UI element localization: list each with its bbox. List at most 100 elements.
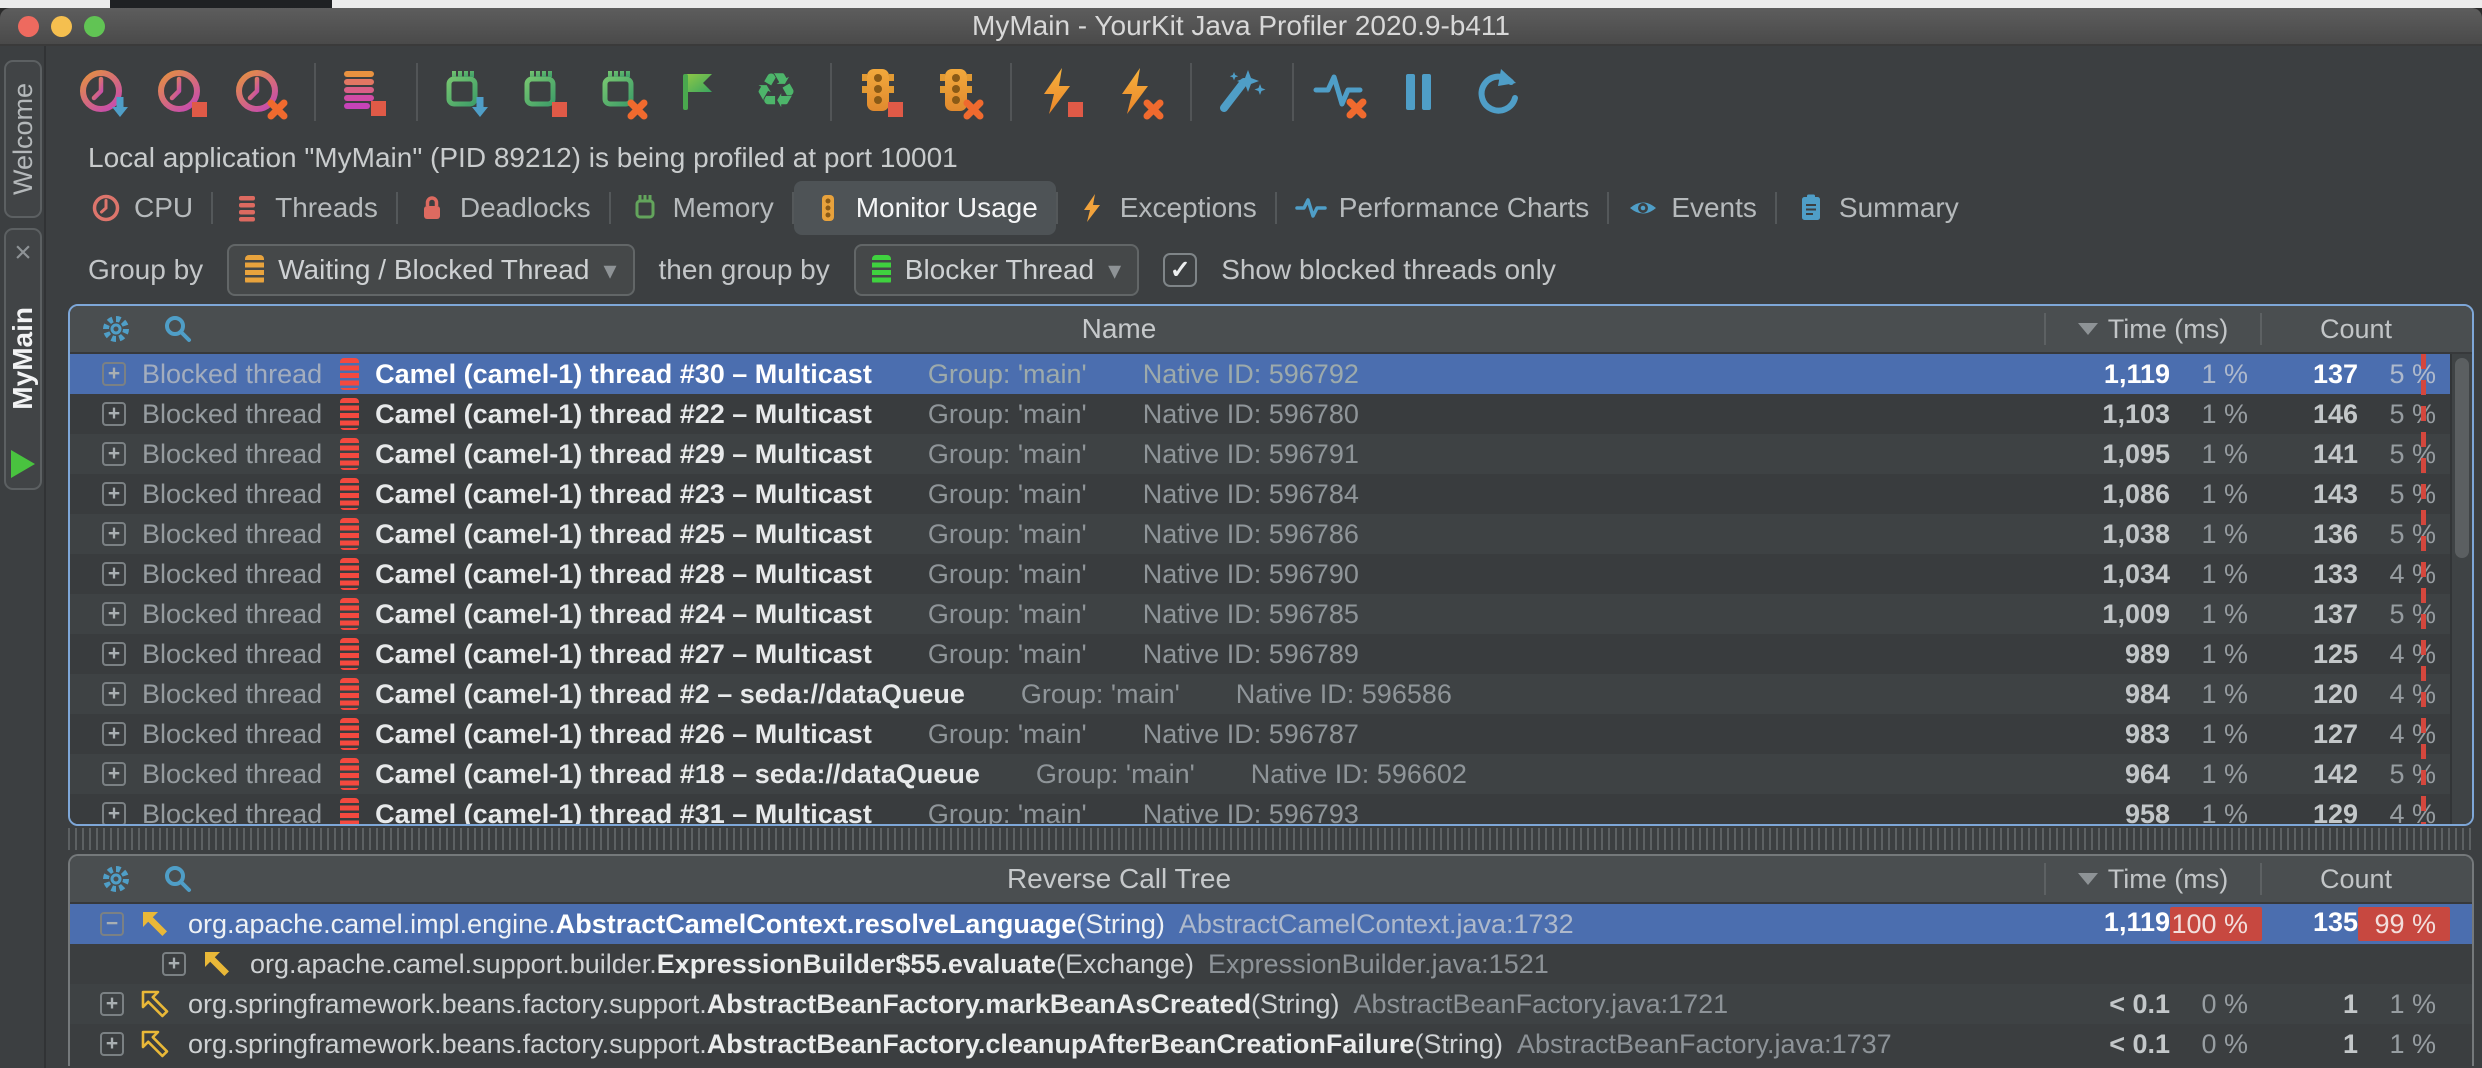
close-session-icon[interactable]: × (14, 240, 32, 266)
expand-icon[interactable]: + (100, 992, 124, 1016)
close-window-button[interactable] (18, 16, 39, 37)
expand-icon[interactable]: + (102, 362, 126, 386)
lock-icon (416, 192, 448, 224)
table-row[interactable]: + Blocked thread Camel (camel-1) thread … (70, 554, 2472, 594)
blocker-thread-icon (872, 255, 891, 285)
cpu-start-button[interactable] (74, 62, 134, 122)
exceptions-clear-button[interactable] (1106, 62, 1166, 122)
blocked-thread-label: Blocked thread (142, 479, 322, 510)
exceptions-stop-button[interactable] (1028, 62, 1088, 122)
table-row[interactable]: + Blocked thread Camel (camel-1) thread … (70, 794, 2472, 824)
call-tree-row[interactable]: + org.springframework.beans.factory.supp… (70, 984, 2472, 1024)
tab-events[interactable]: Events (1609, 181, 1775, 235)
expand-icon[interactable]: + (102, 482, 126, 506)
table-row[interactable]: + Blocked thread Camel (camel-1) thread … (70, 714, 2472, 754)
refresh-button[interactable] (1466, 62, 1526, 122)
show-blocked-checkbox[interactable]: ✓ (1163, 253, 1197, 287)
pause-button[interactable] (1388, 62, 1448, 122)
table-row[interactable]: + Blocked thread Camel (camel-1) thread … (70, 434, 2472, 474)
expand-icon[interactable]: + (102, 402, 126, 426)
horizontal-scrollbar-splitter[interactable] (68, 828, 2474, 850)
search-button[interactable] (162, 863, 194, 895)
monitor-stop-button[interactable] (848, 62, 908, 122)
expand-icon[interactable]: − (100, 912, 124, 936)
name-column-header[interactable]: Name (194, 313, 2044, 345)
expand-icon[interactable]: + (102, 762, 126, 786)
group-by-dropdown[interactable]: Waiting / Blocked Thread ▾ (227, 244, 634, 296)
settings-gear-button[interactable] (100, 863, 132, 895)
expand-icon[interactable]: + (100, 1032, 124, 1056)
threads-stop-button[interactable] (332, 62, 392, 122)
table-row[interactable]: + Blocked thread Camel (camel-1) thread … (70, 394, 2472, 434)
memory-start-button[interactable] (434, 62, 494, 122)
cpu-clear-button[interactable] (230, 62, 290, 122)
expand-icon[interactable]: + (102, 562, 126, 586)
table-row[interactable]: + Blocked thread Camel (camel-1) thread … (70, 674, 2472, 714)
blocked-thread-label: Blocked thread (142, 359, 322, 390)
table-row[interactable]: + Blocked thread Camel (camel-1) thread … (70, 754, 2472, 794)
table-row[interactable]: + Blocked thread Camel (camel-1) thread … (70, 354, 2472, 394)
inspections-button[interactable] (1208, 62, 1268, 122)
expand-icon[interactable]: + (162, 952, 186, 976)
call-tree-header: Reverse Call Tree Time (ms) Count (70, 856, 2472, 904)
minimize-window-button[interactable] (51, 16, 72, 37)
telemetry-clear-button[interactable] (1310, 62, 1370, 122)
call-tree-row[interactable]: + org.apache.camel.support.builder.Expre… (70, 944, 2472, 984)
tab-exceptions[interactable]: Exceptions (1058, 181, 1275, 235)
call-tree-row[interactable]: − org.apache.camel.impl.engine.AbstractC… (70, 904, 2472, 944)
then-group-by-label: then group by (659, 254, 830, 286)
vertical-scrollbar[interactable] (2450, 354, 2472, 824)
desktop-strip-segment (110, 0, 332, 8)
count-value: 1 (2262, 989, 2358, 1020)
search-button[interactable] (162, 313, 194, 345)
method-package: org.apache.camel.impl.engine. (188, 909, 556, 940)
count-percent: 5 % (2358, 439, 2450, 470)
expand-icon[interactable]: + (102, 802, 126, 824)
count-column-header[interactable]: Count (2262, 864, 2450, 895)
tab-summary[interactable]: Summary (1777, 181, 1977, 235)
force-gc-button[interactable]: ♻ (746, 62, 806, 122)
expand-icon[interactable]: + (102, 522, 126, 546)
tab-threads[interactable]: Threads (213, 181, 396, 235)
count-column-header[interactable]: Count (2262, 314, 2450, 345)
blocked-thread-icon (340, 518, 359, 550)
time-percent: 1 % (2170, 719, 2262, 750)
memory-stop-button[interactable] (512, 62, 572, 122)
expand-icon[interactable]: + (102, 722, 126, 746)
tab-deadlocks[interactable]: Deadlocks (398, 181, 609, 235)
view-tabbar: CPU Threads Deadlocks Memory Monitor Usa… (46, 178, 2482, 238)
expand-icon[interactable]: + (102, 682, 126, 706)
monitor-clear-button[interactable] (926, 62, 986, 122)
sidebar-tab-welcome[interactable]: Welcome (4, 60, 42, 218)
tab-performance-charts[interactable]: Performance Charts (1277, 181, 1608, 235)
settings-gear-button[interactable] (100, 313, 132, 345)
time-column-header[interactable]: Time (ms) (2046, 314, 2260, 345)
table-row[interactable]: + Blocked thread Camel (camel-1) thread … (70, 514, 2472, 554)
time-value: 1,034 (2048, 559, 2170, 590)
cpu-stop-button[interactable] (152, 62, 212, 122)
group-by-label: Group by (88, 254, 203, 286)
memory-clear-button[interactable] (590, 62, 650, 122)
expand-icon[interactable]: + (102, 642, 126, 666)
tab-monitor-usage[interactable]: Monitor Usage (794, 181, 1056, 235)
tab-memory[interactable]: Memory (611, 181, 792, 235)
expand-icon[interactable]: + (102, 442, 126, 466)
zoom-window-button[interactable] (84, 16, 105, 37)
set-mark-flag-button[interactable] (668, 62, 728, 122)
scrollbar-thumb[interactable] (2455, 358, 2469, 558)
time-percent: 1 % (2170, 559, 2262, 590)
call-tree-row[interactable]: + org.springframework.beans.factory.supp… (70, 1024, 2472, 1064)
table-row[interactable]: + Blocked thread Camel (camel-1) thread … (70, 634, 2472, 674)
count-value: 127 (2262, 719, 2358, 750)
expand-icon[interactable]: + (102, 602, 126, 626)
blocked-thread-icon (340, 478, 359, 510)
time-value: 1,119 (2048, 907, 2170, 941)
count-percent: 1 % (2358, 1029, 2450, 1060)
table-row[interactable]: + Blocked thread Camel (camel-1) thread … (70, 474, 2472, 514)
sidebar-tab-mymain[interactable]: × MyMain (4, 228, 42, 490)
then-group-by-dropdown[interactable]: Blocker Thread ▾ (854, 244, 1139, 296)
tab-cpu[interactable]: CPU (72, 181, 211, 235)
table-row[interactable]: + Blocked thread Camel (camel-1) thread … (70, 594, 2472, 634)
time-column-header[interactable]: Time (ms) (2046, 864, 2260, 895)
time-value: 1,103 (2048, 399, 2170, 430)
